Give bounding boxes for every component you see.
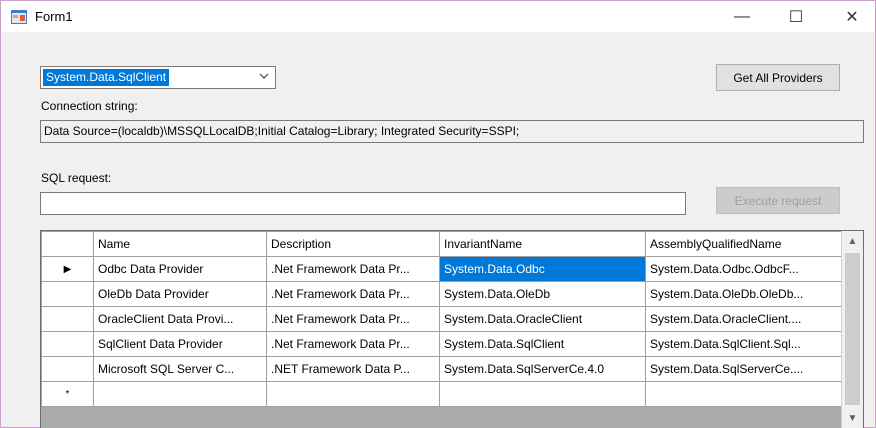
scroll-down-icon[interactable]: ▼ [842,408,863,428]
grid-cell[interactable]: .Net Framework Data Pr... [266,281,440,307]
grid-cell[interactable] [645,381,842,407]
grid-cell[interactable]: .Net Framework Data Pr... [266,256,440,282]
grid-cell[interactable]: .Net Framework Data Pr... [266,306,440,332]
providers-data-grid[interactable]: Name Description InvariantName AssemblyQ… [40,230,864,428]
grid-corner-header[interactable] [41,231,94,257]
grid-cell[interactable]: System.Data.OracleClient [439,306,646,332]
grid-cell[interactable]: System.Data.OleDb [439,281,646,307]
minimize-button[interactable]: — [719,1,765,32]
grid-cell[interactable]: OleDb Data Provider [93,281,267,307]
table-row[interactable]: OracleClient Data Provi... .Net Framewor… [41,306,842,332]
chevron-down-icon[interactable] [259,71,269,81]
minimize-icon: — [734,7,750,25]
new-row[interactable]: * [41,381,842,407]
sql-request-label: SQL request: [41,171,112,185]
grid-cell[interactable]: .NET Framework Data P... [266,356,440,382]
grid-cell[interactable]: .Net Framework Data Pr... [266,331,440,357]
execute-request-button[interactable]: Execute request [716,187,840,214]
grid-cell[interactable]: System.Data.OracleClient.... [645,306,842,332]
row-header[interactable] [41,306,94,332]
table-row[interactable]: ▶ Odbc Data Provider .Net Framework Data… [41,256,842,282]
title-bar[interactable]: Form1 — ☐ ✕ [1,1,875,32]
grid-cell[interactable]: System.Data.OleDb.OleDb... [645,281,842,307]
table-row[interactable]: Microsoft SQL Server C... .NET Framework… [41,356,842,382]
main-window: Form1 — ☐ ✕ System.Data.SqlClient Get Al… [0,0,876,428]
column-header-name[interactable]: Name [93,231,267,257]
grid-cell[interactable]: System.Data.SqlServerCe.4.0 [439,356,646,382]
grid-cell[interactable] [266,381,440,407]
vertical-scrollbar[interactable]: ▲ ▼ [841,231,863,428]
row-header[interactable]: ▶ [41,256,94,282]
form-app-icon [11,10,27,24]
grid-cell[interactable]: System.Data.SqlClient [439,331,646,357]
scroll-up-icon[interactable]: ▲ [842,231,863,251]
row-header[interactable] [41,331,94,357]
grid-cell[interactable]: System.Data.SqlServerCe.... [645,356,842,382]
window-title: Form1 [35,9,73,24]
grid-header-row: Name Description InvariantName AssemblyQ… [41,231,842,257]
grid-cell[interactable]: System.Data.Odbc.OdbcF... [645,256,842,282]
grid-cell[interactable] [439,381,646,407]
get-all-providers-button[interactable]: Get All Providers [716,64,840,91]
maximize-button[interactable]: ☐ [773,1,819,32]
connection-string-label: Connection string: [41,99,138,113]
providers-table: Name Description InvariantName AssemblyQ… [41,231,842,407]
close-button[interactable]: ✕ [829,1,875,32]
table-row[interactable]: SqlClient Data Provider .Net Framework D… [41,331,842,357]
table-row[interactable]: OleDb Data Provider .Net Framework Data … [41,281,842,307]
grid-cell-selected[interactable]: System.Data.Odbc [439,256,646,282]
sql-request-input[interactable] [40,192,686,215]
maximize-icon: ☐ [788,8,804,26]
column-header-assembly-qualified-name[interactable]: AssemblyQualifiedName [645,231,842,257]
connection-string-field[interactable]: Data Source=(localdb)\MSSQLLocalDB;Initi… [40,120,864,143]
provider-combobox[interactable]: System.Data.SqlClient [40,66,276,89]
grid-cell[interactable]: Microsoft SQL Server C... [93,356,267,382]
grid-cell[interactable]: Odbc Data Provider [93,256,267,282]
column-header-description[interactable]: Description [266,231,440,257]
grid-cell[interactable]: System.Data.SqlClient.Sql... [645,331,842,357]
grid-cell[interactable]: OracleClient Data Provi... [93,306,267,332]
close-icon: ✕ [845,8,859,26]
grid-cell[interactable]: SqlClient Data Provider [93,331,267,357]
provider-combobox-value: System.Data.SqlClient [43,69,170,86]
grid-cell[interactable] [93,381,267,407]
row-header[interactable] [41,356,94,382]
new-row-header[interactable]: * [41,381,94,407]
row-header[interactable] [41,281,94,307]
scrollbar-thumb[interactable] [845,253,860,405]
column-header-invariant-name[interactable]: InvariantName [439,231,646,257]
